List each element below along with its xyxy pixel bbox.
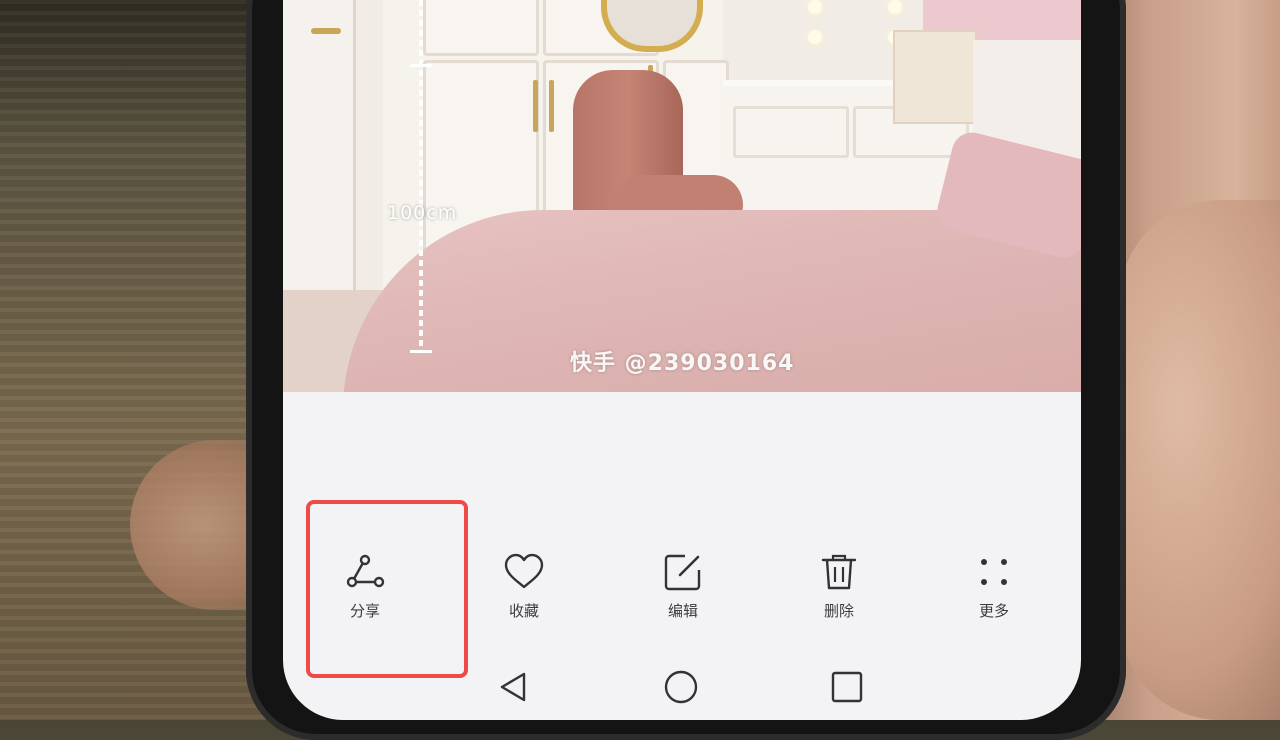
edit-icon — [661, 550, 705, 594]
home-button[interactable] — [659, 665, 703, 709]
ruler-tick — [410, 350, 432, 353]
edit-button[interactable]: 编辑 — [633, 550, 733, 640]
more-label: 更多 — [978, 602, 1009, 620]
heart-icon — [502, 550, 546, 594]
back-icon — [500, 672, 526, 702]
photo-viewer-image[interactable]: 100cm 快手 @239030164 — [283, 0, 1081, 392]
highlight-box-share — [306, 500, 468, 678]
wardrobe-panel — [423, 0, 539, 56]
wardrobe-handle — [533, 80, 538, 132]
measure-ruler — [419, 0, 423, 350]
wardrobe-handle — [549, 80, 554, 132]
delete-label: 删除 — [823, 602, 854, 620]
vanity-drawer — [733, 106, 849, 158]
room-door — [283, 0, 356, 310]
door-handle — [311, 28, 341, 34]
ruler-tick — [410, 64, 432, 67]
measure-label: 100cm — [387, 202, 458, 224]
recents-button[interactable] — [825, 665, 869, 709]
back-button[interactable] — [491, 665, 535, 709]
delete-button[interactable]: 删除 — [789, 550, 889, 640]
storage-boxes — [893, 30, 977, 124]
more-icon — [972, 550, 1016, 594]
home-icon — [664, 670, 698, 704]
more-button[interactable]: 更多 — [944, 550, 1044, 640]
recents-icon — [831, 671, 863, 703]
hand-right-palm — [1120, 200, 1280, 720]
trash-icon — [817, 550, 861, 594]
watermark-text: 快手 @239030164 — [570, 351, 795, 376]
favorite-button[interactable]: 收藏 — [474, 550, 574, 640]
favorite-label: 收藏 — [508, 602, 539, 620]
edit-label: 编辑 — [667, 602, 698, 620]
